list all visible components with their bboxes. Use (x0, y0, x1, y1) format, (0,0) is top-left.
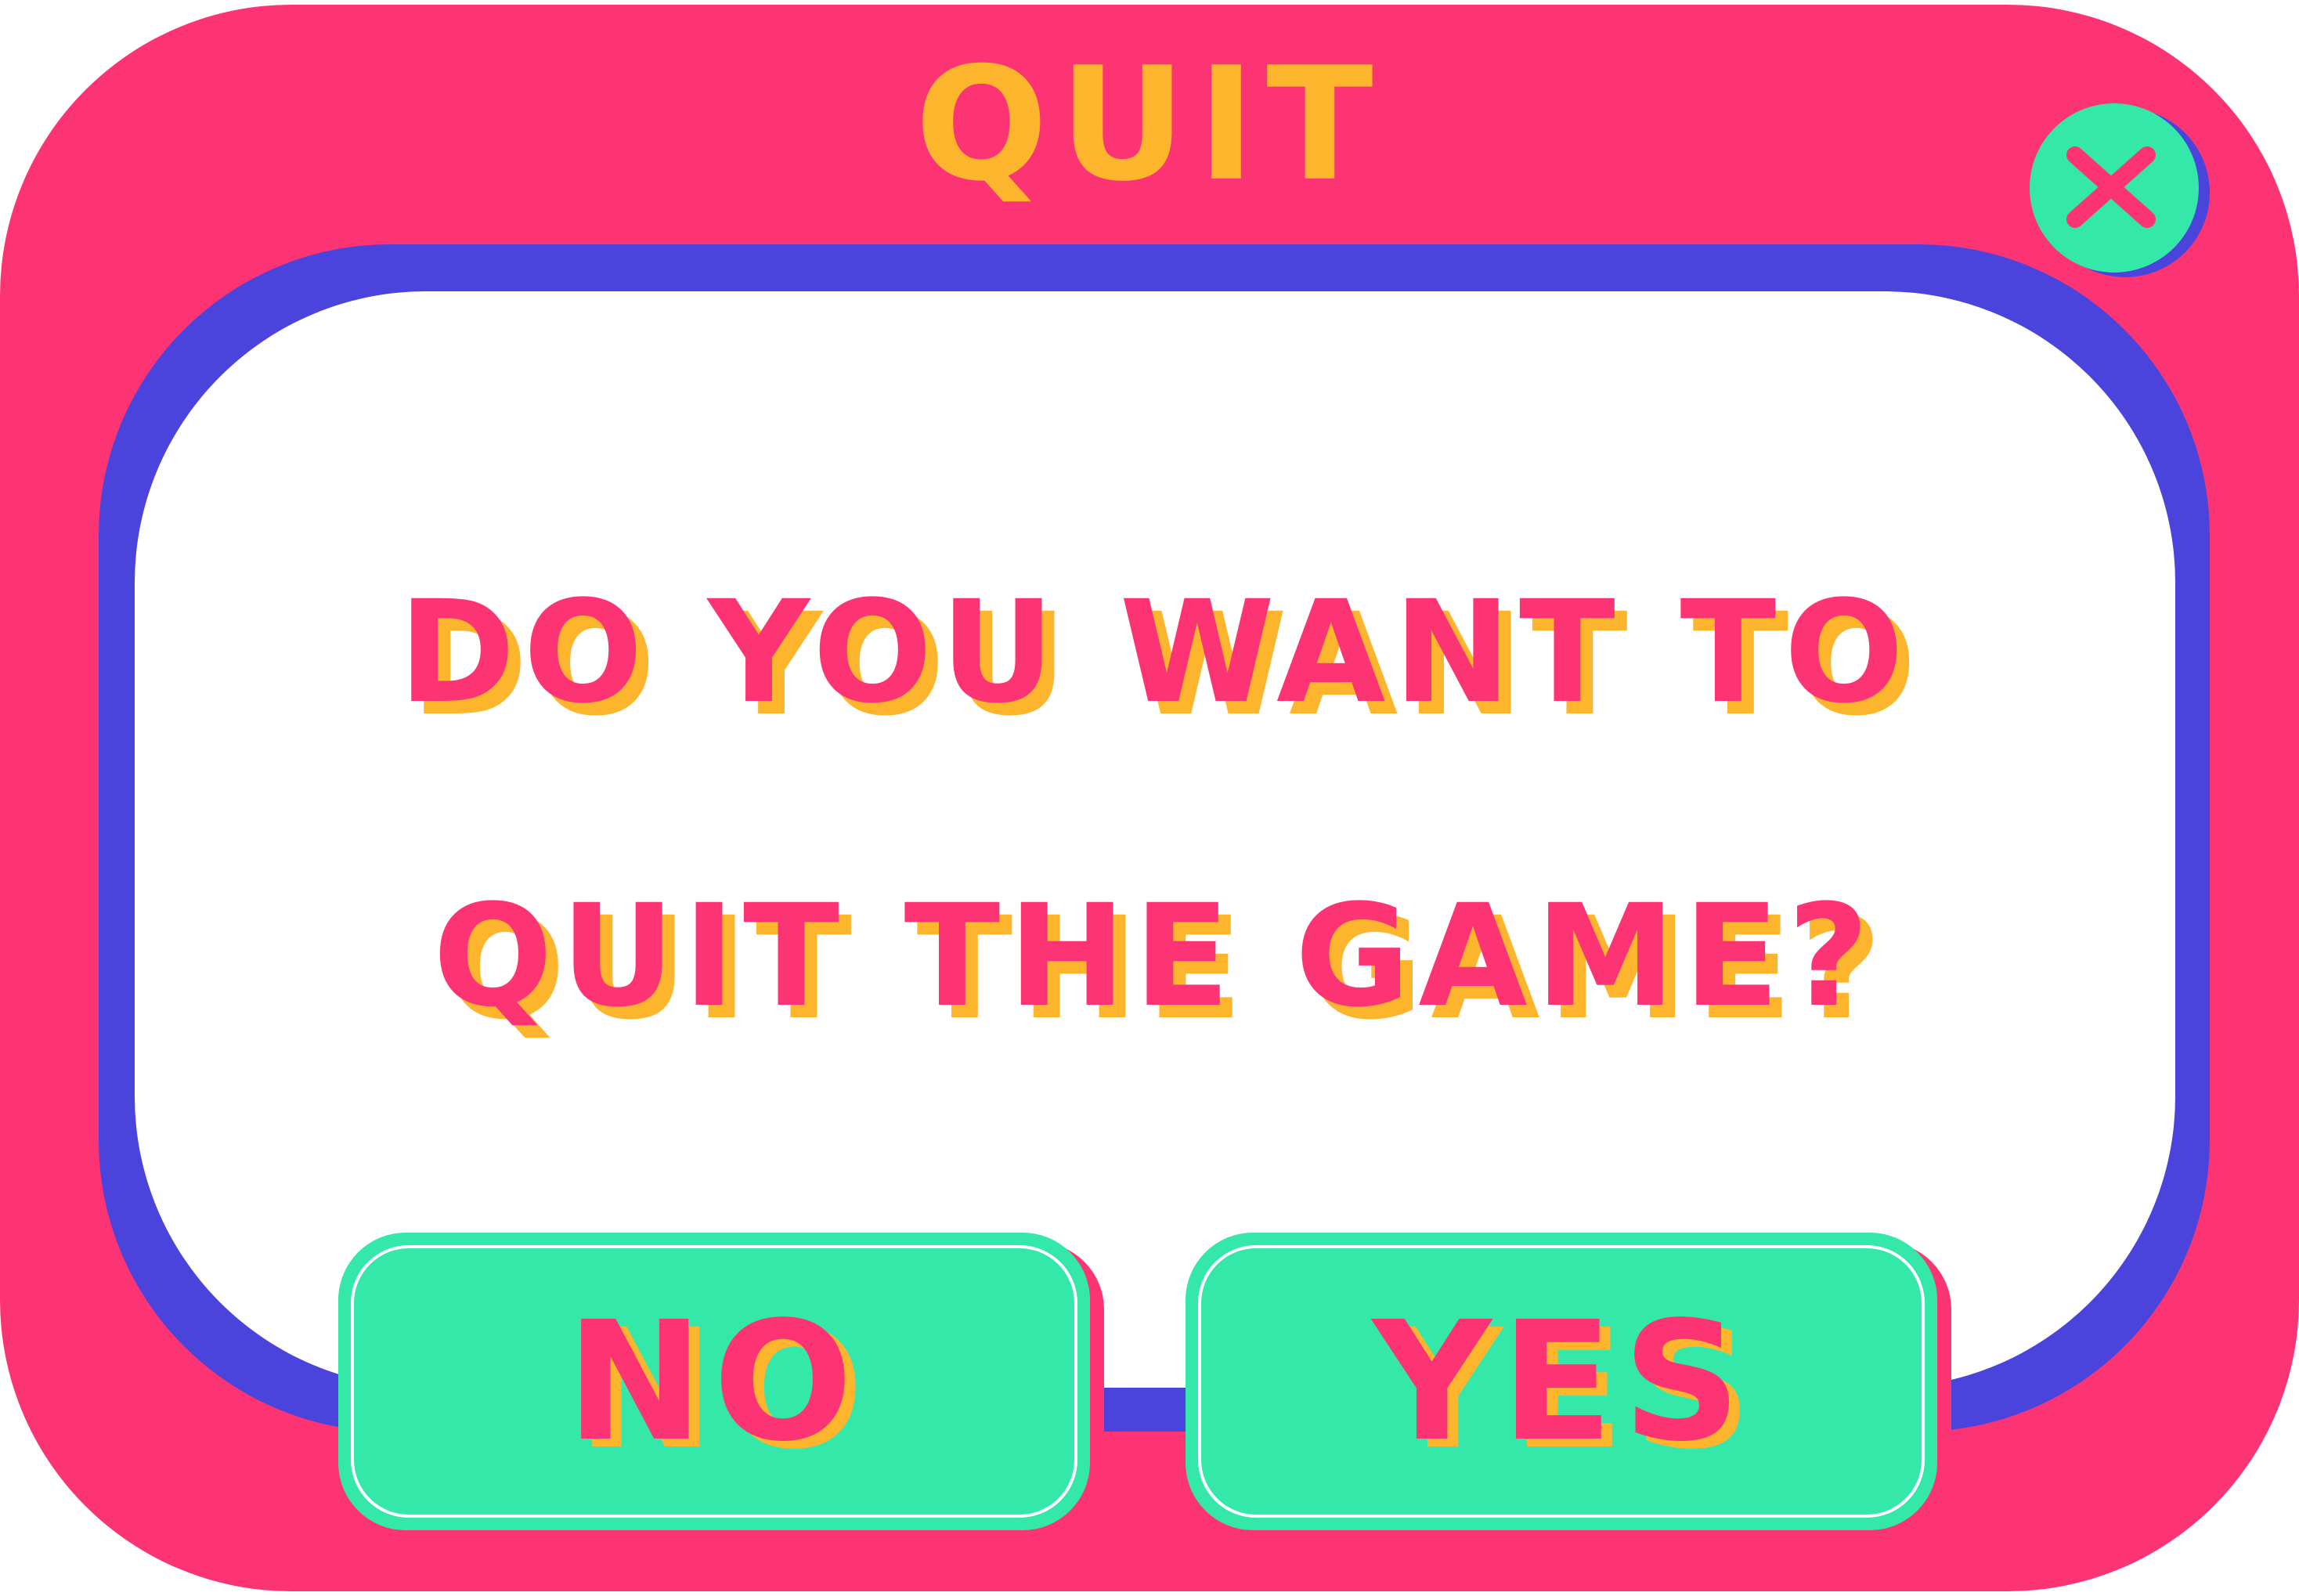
message-line-2: QUIT THE GAME? (432, 875, 1878, 1038)
dialog-message: DO YOU WANT TO QUIT THE GAME? (135, 501, 2175, 1109)
message-line-1: DO YOU WANT TO (398, 571, 1912, 735)
no-button[interactable]: NO (338, 1233, 1090, 1530)
no-button-label: NO (565, 1285, 863, 1478)
yes-button[interactable]: YES (1186, 1233, 1937, 1530)
close-button[interactable] (2030, 103, 2199, 273)
yes-button-label: YES (1372, 1285, 1751, 1478)
close-x-icon (2066, 146, 2156, 228)
dialog-title: QUIT (915, 34, 1384, 216)
